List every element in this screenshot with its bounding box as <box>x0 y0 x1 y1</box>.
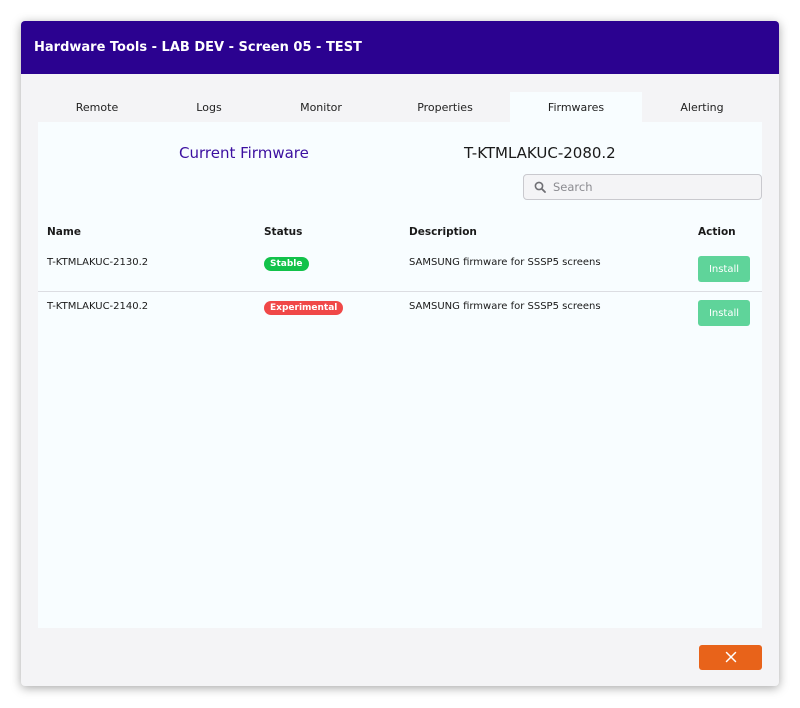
search-icon <box>534 181 546 193</box>
tab-monitor[interactable]: Monitor <box>262 92 380 122</box>
install-button[interactable]: Install <box>698 256 750 282</box>
table-row: T-KTMLAKUC-2130.2 Stable SAMSUNG firmwar… <box>38 247 762 291</box>
firmware-description: SAMSUNG firmware for SSSP5 screens <box>409 301 601 312</box>
current-firmware-value: T-KTMLAKUC-2080.2 <box>464 144 616 162</box>
search-input[interactable] <box>553 180 743 194</box>
dialog-title: Hardware Tools - LAB DEV - Screen 05 - T… <box>34 40 362 55</box>
tab-alerting[interactable]: Alerting <box>642 92 762 122</box>
status-badge: Experimental <box>264 301 344 315</box>
status-badge: Stable <box>264 257 309 271</box>
column-header-name: Name <box>47 226 81 238</box>
firmware-description: SAMSUNG firmware for SSSP5 screens <box>409 257 601 268</box>
tab-remote[interactable]: Remote <box>38 92 156 122</box>
table-row: T-KTMLAKUC-2140.2 Experimental SAMSUNG f… <box>38 292 762 336</box>
tab-bar: Remote Logs Monitor Properties Firmwares… <box>38 92 762 122</box>
tab-logs[interactable]: Logs <box>156 92 262 122</box>
hardware-tools-dialog: Hardware Tools - LAB DEV - Screen 05 - T… <box>21 21 779 686</box>
tab-firmwares[interactable]: Firmwares <box>510 92 642 122</box>
close-button[interactable] <box>699 645 762 670</box>
tab-properties[interactable]: Properties <box>380 92 510 122</box>
firmware-name: T-KTMLAKUC-2130.2 <box>47 257 149 268</box>
search-box[interactable] <box>523 174 762 200</box>
column-header-action: Action <box>698 226 736 238</box>
column-header-description: Description <box>409 226 477 238</box>
dialog-header: Hardware Tools - LAB DEV - Screen 05 - T… <box>21 21 779 74</box>
firmwares-panel: Current Firmware T-KTMLAKUC-2080.2 Name … <box>38 122 762 628</box>
column-header-status: Status <box>264 226 303 238</box>
firmware-name: T-KTMLAKUC-2140.2 <box>47 301 149 312</box>
install-button[interactable]: Install <box>698 300 750 326</box>
current-firmware-label: Current Firmware <box>179 144 309 162</box>
close-icon <box>725 648 737 667</box>
